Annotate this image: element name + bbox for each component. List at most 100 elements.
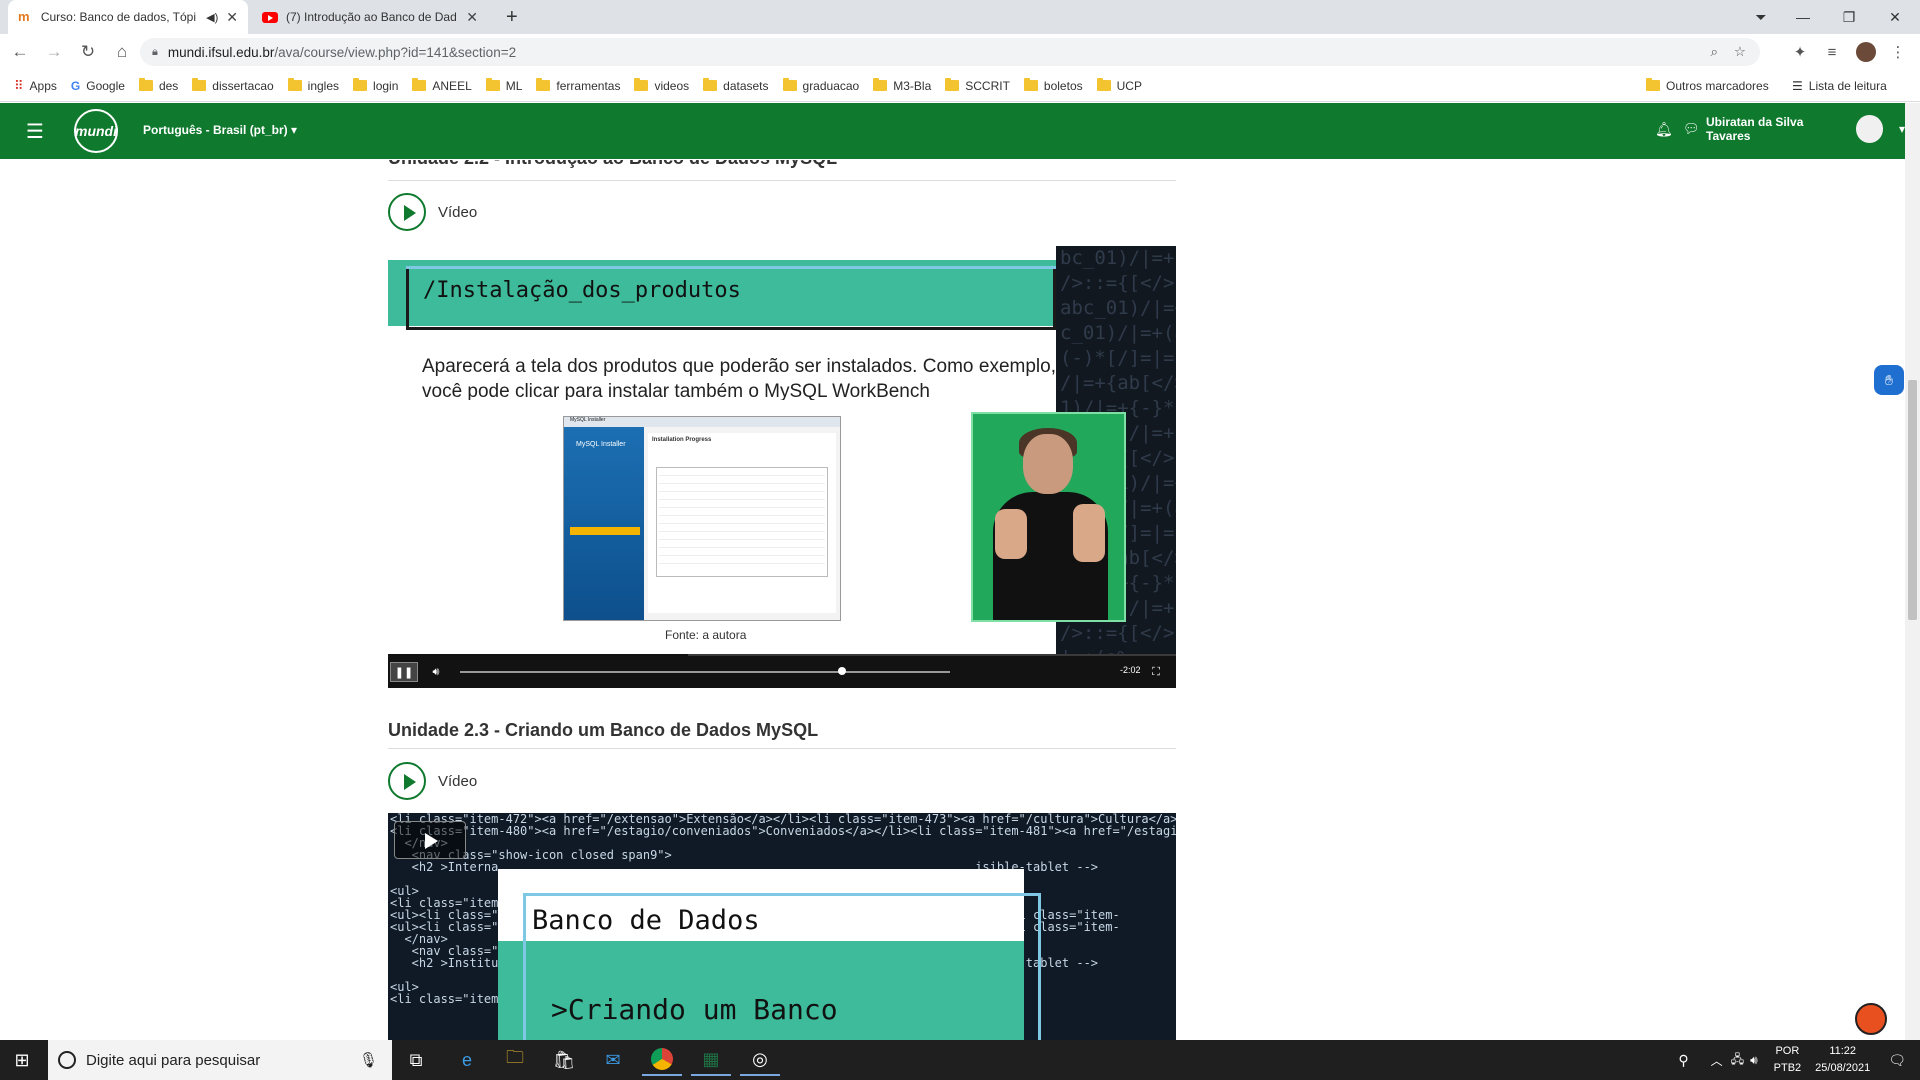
folder-icon (1096, 78, 1111, 91)
task-view-icon[interactable]: ⧉ (396, 1044, 436, 1076)
video-player-unit-2-2[interactable]: /Instalação_dos_produtos Aparecerá a tel… (388, 246, 1176, 688)
folder-icon (353, 78, 368, 91)
folder-icon (782, 78, 797, 91)
bookmark-apps[interactable]: ⠿ Apps (14, 78, 57, 94)
mundi-logo[interactable]: mundi (74, 109, 118, 153)
installer-step-highlight (570, 527, 640, 535)
activity-video-link[interactable]: Vídeo (388, 762, 477, 800)
video-player-unit-2-3[interactable]: <li class="item-472"><a href="/extensao"… (388, 813, 1176, 1040)
chrome-icon[interactable] (642, 1044, 682, 1076)
people-icon[interactable]: ⚲ (1678, 1052, 1688, 1069)
media-control-icon[interactable]: ≡ (1818, 38, 1846, 66)
slide-title: Banco de Dados (532, 905, 760, 936)
installer-heading: Installation Progress (652, 437, 712, 443)
browser-tab-strip: m Curso: Banco de dados, Tópi ◀) ✕ (7) I… (0, 0, 1920, 34)
scrollbar-thumb[interactable] (1908, 380, 1917, 620)
user-menu[interactable]: Ubiratan da Silva Tavares ▾ (1706, 115, 1905, 143)
browser-tab-course[interactable]: m Curso: Banco de dados, Tópi ◀) ✕ (8, 0, 248, 34)
close-window-icon[interactable]: ✕ (1872, 0, 1918, 34)
menu-kebab-icon[interactable]: ⋮ (1884, 38, 1912, 66)
network-icon[interactable]: 🖧︎ (1731, 1050, 1744, 1071)
language-selector[interactable]: Português - Brasil (pt_br) ▾ (143, 123, 297, 137)
vlibras-accessibility-icon[interactable]: ✋︎ (1874, 365, 1904, 395)
bookmark-google[interactable]: G Google (71, 79, 125, 93)
bookmark-folder[interactable]: graduacao (782, 78, 859, 93)
bookmark-folder[interactable]: ANEEL (412, 78, 472, 93)
clock[interactable]: 11:22 25/08/2021 (1815, 1043, 1870, 1077)
folder-icon (287, 78, 302, 91)
windows-start-icon[interactable]: ⊞ (2, 1044, 42, 1076)
mail-icon[interactable]: ✉ (593, 1044, 633, 1076)
slide-paragraph: Aparecerá a tela dos produtos que poderã… (422, 356, 1056, 400)
caret-down-icon: ▾ (291, 123, 298, 137)
video-controls: ❚❚ 🔊︎ -2:02 ⛶ (388, 656, 1176, 688)
play-icon[interactable] (394, 821, 466, 859)
section-title-unit-2-3: Unidade 2.3 - Criando um Banco de Dados … (388, 720, 819, 740)
folder-icon (873, 78, 888, 91)
app-icon[interactable]: ◎ (740, 1044, 780, 1076)
restore-icon[interactable]: ❐ (1826, 0, 1872, 34)
reading-list[interactable]: ☰ Lista de leitura (1792, 79, 1887, 93)
bookmark-folder[interactable]: videos (634, 78, 689, 93)
user-name: Ubiratan da Silva Tavares (1706, 115, 1804, 143)
hamburger-menu-icon[interactable]: ☰ (26, 119, 44, 144)
seek-bar[interactable] (460, 671, 950, 673)
store-icon[interactable]: 🛍︎ (544, 1044, 584, 1076)
activity-video-link[interactable]: Vídeo (388, 193, 477, 231)
show-hidden-icons[interactable]: ︿ (1711, 1052, 1723, 1069)
other-bookmarks[interactable]: Outros marcadores (1646, 78, 1769, 93)
bookmark-folder[interactable]: UCP (1096, 78, 1142, 93)
back-icon[interactable]: ← (6, 38, 34, 66)
close-tab-icon[interactable]: ✕ (466, 9, 478, 26)
lock-icon: 🔒︎ (152, 45, 158, 58)
activity-label: Vídeo (438, 772, 478, 790)
input-language[interactable]: POR PTB2 (1774, 1043, 1802, 1077)
bookmark-folder[interactable]: ML (485, 78, 522, 93)
bookmark-folder[interactable]: login (353, 78, 398, 93)
bookmark-folder[interactable]: ingles (287, 78, 339, 93)
profile-avatar[interactable] (1852, 38, 1880, 66)
bookmark-folder[interactable]: dissertacao (192, 78, 274, 93)
notifications-bell-icon[interactable]: 🔔︎ (1655, 121, 1673, 138)
volume-icon[interactable]: 🔊︎ (424, 662, 448, 682)
extensions-icon[interactable]: ✦ (1786, 38, 1814, 66)
notification-center-icon[interactable]: 🗨︎ (1888, 1052, 1906, 1069)
messages-icon[interactable]: 💬︎ (1683, 121, 1700, 137)
minimize-icon[interactable]: — (1780, 0, 1826, 34)
bookmark-folder[interactable]: M3-Bla (873, 78, 931, 93)
url-bar[interactable]: 🔒︎ mundi.ifsul.edu.br /ava/course/view.p… (140, 38, 1760, 66)
excel-icon[interactable]: ▦ (691, 1044, 731, 1076)
edge-icon[interactable]: e (447, 1044, 487, 1076)
bookmark-star-icon[interactable]: ☆ (1734, 44, 1746, 60)
youtube-favicon-icon (262, 11, 278, 23)
bookmark-folder[interactable]: boletos (1023, 78, 1083, 93)
zoom-icon[interactable]: ⌕ (1710, 44, 1718, 60)
volume-tray-icon[interactable]: 🔊︎ (1750, 1053, 1758, 1068)
browser-tab-youtube[interactable]: (7) Introdução ao Banco de Dado ✕ (252, 0, 488, 34)
helper-widget-icon[interactable] (1855, 1003, 1887, 1035)
audio-playing-icon[interactable]: ◀) (206, 11, 218, 24)
microphone-icon[interactable]: 🎙︎ (359, 1051, 378, 1069)
windows-taskbar: ⊞ Digite aqui para pesquisar 🎙︎ ⧉ e 🗀︎ 🛍… (0, 1040, 1920, 1080)
pause-icon[interactable]: ❚❚ (390, 662, 418, 682)
slide-subtitle: >Criando um Banco (551, 993, 838, 1026)
bookmark-folder[interactable]: SCCRIT (945, 78, 1010, 93)
sign-language-interpreter (971, 412, 1126, 622)
forward-icon[interactable]: → (40, 38, 68, 66)
mysql-installer-screenshot: MySQL Installer MySQL Installer Installa… (563, 416, 841, 621)
seek-handle[interactable] (838, 667, 847, 675)
bookmark-folder[interactable]: ferramentas (536, 78, 620, 93)
bookmark-folder[interactable]: des (138, 78, 178, 93)
reading-list-icon: ☰ (1792, 78, 1803, 93)
new-tab-button[interactable]: + (496, 0, 526, 34)
folder-icon (536, 78, 551, 91)
fullscreen-icon[interactable]: ⛶ (1144, 662, 1168, 682)
home-icon[interactable]: ⌂ (108, 38, 136, 66)
url-path: /ava/course/view.php?id=141&section=2 (274, 44, 517, 60)
reload-icon[interactable]: ↻ (74, 38, 102, 66)
file-explorer-icon[interactable]: 🗀︎ (495, 1044, 535, 1076)
profile-dropdown-icon[interactable]: ⏷ (1738, 0, 1784, 34)
taskbar-search[interactable]: Digite aqui para pesquisar 🎙︎ (48, 1040, 392, 1080)
close-tab-icon[interactable]: ✕ (226, 9, 238, 26)
bookmark-folder[interactable]: datasets (703, 78, 769, 93)
